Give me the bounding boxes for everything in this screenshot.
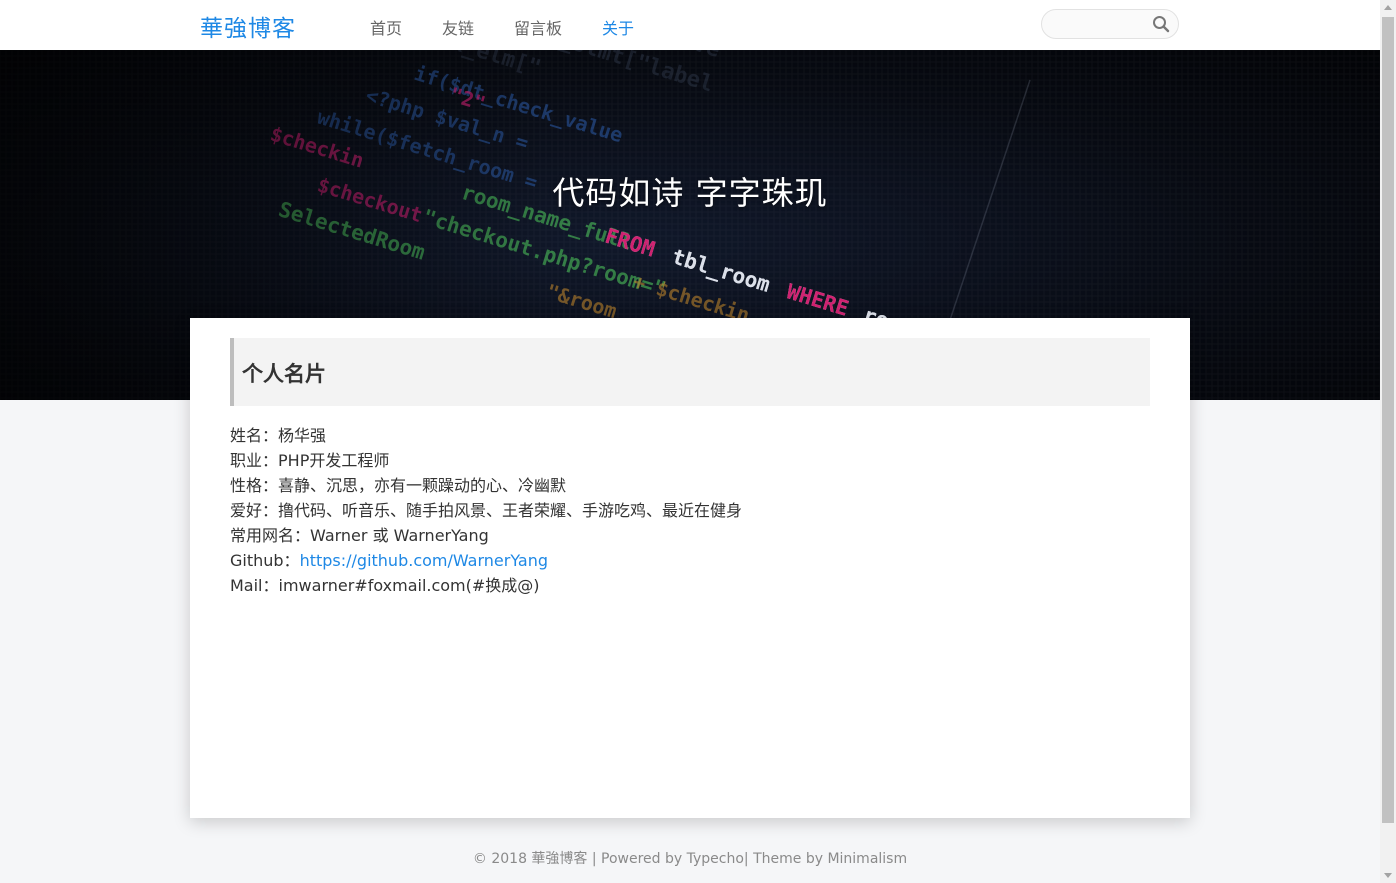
info-hobbies: 爱好：撸代码、听音乐、随手拍风景、王者荣耀、手游吃鸡、最近在健身 bbox=[230, 498, 742, 523]
info-label: 姓名： bbox=[230, 426, 279, 445]
info-label: 常用网名： bbox=[230, 526, 311, 545]
search-input[interactable] bbox=[1052, 10, 1152, 38]
hero-title: 代码如诗 字字珠玑 bbox=[552, 174, 828, 212]
info-nickname: 常用网名：Warner 或 WarnerYang bbox=[230, 523, 742, 548]
profile-info-list: 姓名：杨华强 职业：PHP开发工程师 性格：喜静、沉思，亦有一颗躁动的心、冷幽默… bbox=[230, 423, 742, 598]
profile-card: 个人名片 姓名：杨华强 职业：PHP开发工程师 性格：喜静、沉思，亦有一颗躁动的… bbox=[190, 318, 1190, 818]
vertical-scrollbar[interactable] bbox=[1380, 0, 1396, 883]
nav-item-home[interactable]: 首页 bbox=[370, 15, 402, 39]
nav-item-guestbook[interactable]: 留言板 bbox=[514, 15, 562, 39]
search-icon[interactable] bbox=[1152, 15, 1170, 33]
info-value: 杨华强 bbox=[278, 426, 327, 445]
info-value: 喜静、沉思，亦有一颗躁动的心、冷幽默 bbox=[278, 476, 567, 495]
info-value: imwarner#foxmail.com(#换成@) bbox=[278, 576, 540, 595]
info-label: Mail： bbox=[230, 576, 279, 595]
scroll-down-arrow-icon[interactable] bbox=[1384, 873, 1392, 878]
scrollbar-thumb[interactable] bbox=[1382, 17, 1394, 823]
github-link[interactable]: https://github.com/WarnerYang bbox=[300, 551, 548, 570]
info-job: 职业：PHP开发工程师 bbox=[230, 448, 742, 473]
site-brand-link[interactable]: 華強博客 bbox=[200, 9, 296, 43]
info-personality: 性格：喜静、沉思，亦有一颗躁动的心、冷幽默 bbox=[230, 473, 742, 498]
info-github: Github：https://github.com/WarnerYang bbox=[230, 548, 742, 573]
info-value: Warner 或 WarnerYang bbox=[310, 526, 489, 545]
top-navbar: 華強博客 首页 友链 留言板 关于 bbox=[0, 0, 1380, 50]
info-mail: Mail：imwarner#foxmail.com(#换成@) bbox=[230, 573, 742, 598]
nav-item-links[interactable]: 友链 bbox=[442, 15, 474, 39]
info-label: 职业： bbox=[230, 451, 279, 470]
main-nav: 首页 友链 留言板 关于 bbox=[370, 15, 674, 39]
info-label: 爱好： bbox=[230, 501, 279, 520]
info-label: 性格： bbox=[230, 476, 279, 495]
info-name: 姓名：杨华强 bbox=[230, 423, 742, 448]
card-title: 个人名片 bbox=[242, 362, 326, 386]
search-box bbox=[1041, 9, 1179, 39]
nav-item-about[interactable]: 关于 bbox=[602, 15, 634, 39]
info-label: Github： bbox=[230, 551, 300, 570]
page-footer: © 2018 華強博客 | Powered by Typecho| Theme … bbox=[472, 851, 908, 867]
card-heading: 个人名片 bbox=[230, 338, 1150, 406]
info-value: 撸代码、听音乐、随手拍风景、王者荣耀、手游吃鸡、最近在健身 bbox=[278, 501, 743, 520]
scroll-up-arrow-icon[interactable] bbox=[1384, 5, 1392, 10]
info-value: PHP开发工程师 bbox=[278, 451, 390, 470]
